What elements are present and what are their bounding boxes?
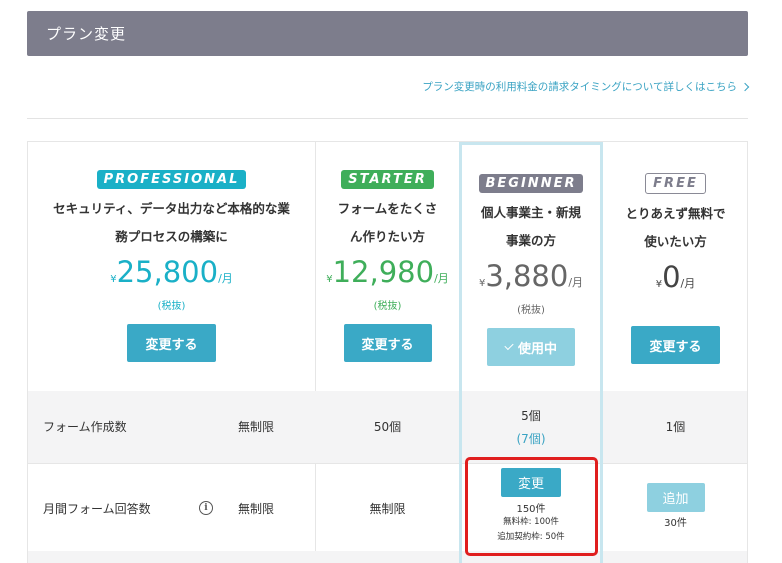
plan-tax: (税抜) — [373, 301, 402, 312]
page-header: プラン変更 — [27, 11, 748, 56]
free-response-cell: 追加 30件 — [603, 483, 748, 529]
highlight-box — [465, 457, 598, 556]
change-plan-button[interactable]: 変更する — [127, 324, 216, 362]
plan-description: セキュリティ、データ出力など本格的な業 務プロセスの構築に — [53, 201, 290, 244]
plan-description: フォームをたくさ ん作りたい方 — [337, 201, 438, 244]
professional-value: 無制限 — [238, 420, 275, 434]
plan-badge: PROFESSIONAL — [96, 170, 247, 189]
plan-price: ¥0/月 — [655, 260, 696, 294]
row-label: 月間フォーム回答数 — [43, 502, 151, 516]
plan-professional: PROFESSIONAL セキュリティ、データ出力など本格的な業 務プロセスの構… — [28, 142, 315, 362]
billing-timing-link-text[interactable]: プラン変更時の利用料金の請求タイミングについて詳しくはこちら — [422, 79, 737, 94]
plan-price: ¥25,800/月 — [110, 255, 233, 289]
plan-starter: STARTER フォームをたくさ ん作りたい方 ¥12,980/月 (税抜) 変… — [316, 142, 459, 362]
plan-badge: STARTER — [341, 170, 434, 189]
plan-description: とりあえず無料で 使いたい方 — [625, 206, 726, 249]
billing-timing-link[interactable]: プラン変更時の利用料金の請求タイミングについて詳しくはこちら — [422, 79, 750, 94]
starter-value: 無制限 — [369, 502, 406, 516]
plan-price: ¥12,980/月 — [326, 255, 449, 289]
plan-tax: (税抜) — [157, 301, 186, 312]
row-label: フォーム作成数 — [43, 420, 127, 434]
plan-badge: FREE — [645, 173, 706, 194]
row-divider — [28, 463, 747, 464]
page-title: プラン変更 — [46, 25, 127, 43]
free-value: 30件 — [664, 518, 687, 529]
change-plan-button[interactable]: 変更する — [631, 326, 720, 364]
row-next — [28, 551, 747, 563]
divider — [27, 118, 748, 119]
free-value: 1個 — [665, 420, 686, 434]
info-icon[interactable]: i — [199, 501, 213, 515]
plan-free: FREE とりあえず無料で 使いたい方 ¥0/月 変更する — [603, 142, 748, 364]
info-icon-wrap[interactable]: i — [199, 499, 213, 515]
chevron-right-icon — [740, 82, 750, 91]
professional-value: 無制限 — [238, 502, 275, 516]
change-plan-button[interactable]: 変更する — [343, 324, 432, 362]
starter-value: 50個 — [373, 420, 402, 434]
add-responses-button[interactable]: 追加 — [646, 483, 705, 512]
